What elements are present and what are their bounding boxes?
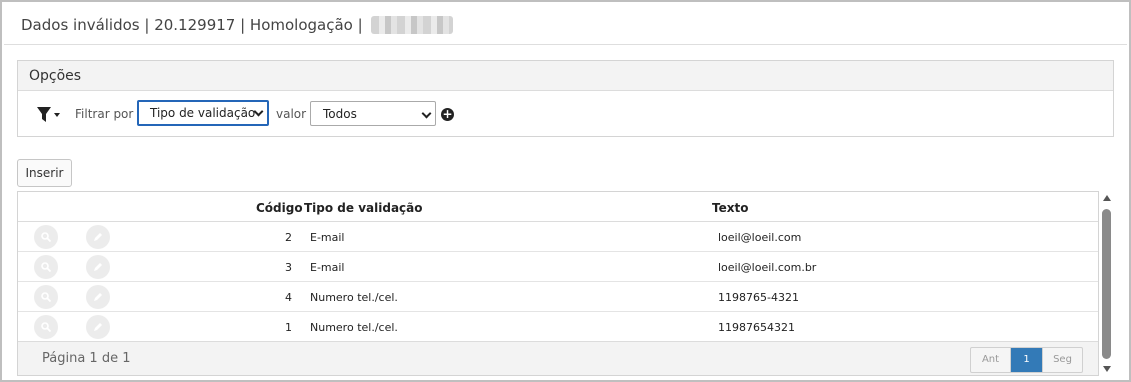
cell-text: 1198765-4321 (718, 291, 799, 304)
options-panel-title: Opções (18, 61, 1113, 91)
filter-type-select-value: Tipo de validação (150, 106, 256, 120)
table-row[interactable]: 3 E-mail loeil@loeil.com.br (18, 252, 1098, 282)
page-title: Dados inválidos | 20.129917 | Homologaçã… (21, 16, 453, 34)
cell-type: Numero tel./cel. (310, 321, 398, 334)
column-header-type[interactable]: Tipo de validação (304, 201, 423, 215)
filter-type-select[interactable]: Tipo de validação (137, 100, 269, 126)
filter-row: Filtrar por Tipo de validação valor Todo… (18, 91, 1113, 137)
cell-text: 11987654321 (718, 321, 795, 334)
cell-type: E-mail (310, 261, 345, 274)
filter-by-label: Filtrar por (75, 107, 134, 121)
column-header-code[interactable]: Código (256, 201, 303, 215)
page-title-text: Dados inválidos | 20.129917 | Homologaçã… (21, 16, 363, 34)
options-panel: Opções Filtrar por Tipo de validação val… (17, 60, 1114, 137)
pagination: Ant 1 Seg (970, 347, 1083, 373)
pencil-icon[interactable] (86, 225, 110, 249)
cell-code: 4 (285, 291, 292, 304)
search-icon[interactable] (34, 255, 58, 279)
search-icon[interactable] (34, 315, 58, 339)
title-divider (4, 44, 1127, 45)
cell-text: loeil@loeil.com.br (718, 261, 817, 274)
pagination-page-button[interactable]: 1 (1011, 348, 1042, 372)
cell-code: 3 (285, 261, 292, 274)
insert-button[interactable]: Inserir (17, 159, 72, 187)
blurred-environment-name (370, 16, 453, 34)
grid-footer: Página 1 de 1 Ant 1 Seg (18, 341, 1098, 375)
pagination-next-button[interactable]: Seg (1042, 348, 1082, 372)
page-info: Página 1 de 1 (42, 351, 131, 366)
grid-header: Código Tipo de validação Texto (18, 192, 1098, 222)
cell-type: Numero tel./cel. (310, 291, 398, 304)
plus-circle-icon[interactable]: + (441, 108, 454, 121)
scroll-up-arrow-icon[interactable] (1103, 195, 1111, 201)
cell-code: 1 (285, 321, 292, 334)
data-grid: Código Tipo de validação Texto 2 E-mail … (17, 191, 1099, 376)
search-icon[interactable] (34, 285, 58, 309)
pencil-icon[interactable] (86, 255, 110, 279)
vertical-scrollbar[interactable] (1100, 191, 1114, 376)
cell-text: loeil@loeil.com (718, 231, 802, 244)
value-select-value: Todos (323, 107, 357, 121)
filter-funnel-icon[interactable] (36, 106, 60, 124)
cell-code: 2 (285, 231, 292, 244)
pencil-icon[interactable] (86, 315, 110, 339)
chevron-down-icon (421, 108, 432, 119)
search-icon[interactable] (34, 225, 58, 249)
cell-type: E-mail (310, 231, 345, 244)
window-frame: Dados inválidos | 20.129917 | Homologaçã… (0, 0, 1131, 382)
scrollbar-thumb[interactable] (1102, 209, 1111, 359)
table-row[interactable]: 1 Numero tel./cel. 11987654321 (18, 312, 1098, 342)
table-row[interactable]: 4 Numero tel./cel. 1198765-4321 (18, 282, 1098, 312)
column-header-text[interactable]: Texto (712, 201, 748, 215)
scroll-down-arrow-icon[interactable] (1103, 366, 1111, 372)
value-select[interactable]: Todos (310, 101, 436, 126)
value-label: valor (276, 107, 307, 121)
pagination-prev-button[interactable]: Ant (971, 348, 1011, 372)
table-row[interactable]: 2 E-mail loeil@loeil.com (18, 222, 1098, 252)
pencil-icon[interactable] (86, 285, 110, 309)
